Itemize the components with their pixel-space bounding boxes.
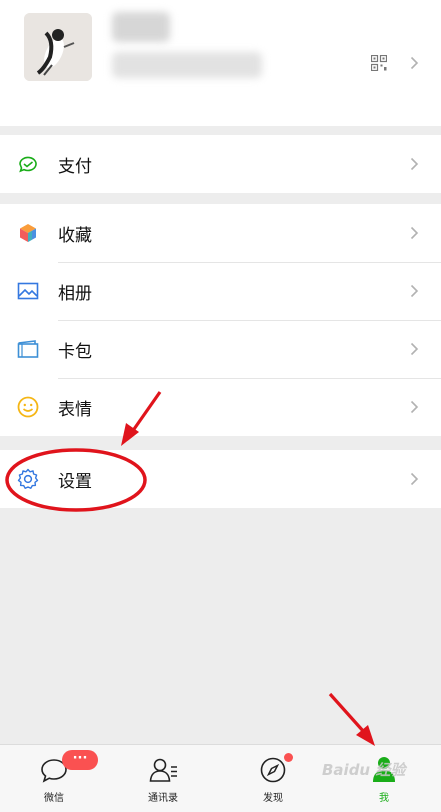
tab-label-discover: 发现 [263,793,283,804]
discover-dot-badge [284,753,293,762]
chevron-right-icon [410,472,419,486]
bottom-tab-bar: ··· 微信 通讯录 发现 我 Baidu 经验 [0,744,441,812]
smiley-icon [17,396,39,418]
menu-label-cards: 卡包 [58,342,92,362]
card-wallet-icon [17,340,39,358]
tab-chats[interactable]: ··· 微信 [14,745,98,812]
wallet-icon [19,156,37,173]
menu-label-favorites: 收藏 [58,226,92,246]
chevron-right-icon [410,226,419,240]
menu-label-settings: 设置 [58,472,92,492]
favorites-cube-icon [20,224,36,242]
menu-label-pay: 支付 [58,157,92,177]
tab-contacts[interactable]: 通讯录 [123,745,203,812]
settings-group: 设置 [0,450,441,508]
menu-item-cards[interactable]: 卡包 [0,320,441,378]
tab-discover[interactable]: 发现 [233,745,313,812]
unread-badge-dots: ··· [72,751,88,766]
services-group: 收藏 相册 卡包 表情 [0,204,441,436]
unread-badge: ··· [62,750,98,770]
cat-avatar-image [24,13,92,81]
album-icon [17,282,39,300]
pay-group: 支付 [0,135,441,193]
profile-id-blurred [112,52,262,78]
compass-icon [260,757,286,783]
contacts-icon [149,758,177,782]
tab-label-chats: 微信 [44,793,64,804]
chevron-right-icon [410,400,419,414]
avatar[interactable] [24,13,92,81]
chevron-right-icon [410,284,419,298]
gear-icon [17,468,39,489]
menu-item-stickers[interactable]: 表情 [0,378,441,436]
profile-name-blurred [112,12,170,42]
menu-item-album[interactable]: 相册 [0,262,441,320]
annotation-arrow-me-tab [328,692,375,746]
profile-header[interactable] [0,0,441,126]
menu-item-pay[interactable]: 支付 [0,135,441,193]
qr-code-icon[interactable] [371,55,387,71]
menu-item-favorites[interactable]: 收藏 [0,204,441,262]
tab-label-contacts: 通讯录 [148,793,178,804]
tab-label-me: 我 [379,793,389,804]
chevron-right-icon [410,157,419,171]
baidu-watermark: Baidu 经验 [322,761,406,779]
chevron-right-icon [410,56,419,70]
menu-label-stickers: 表情 [58,400,92,420]
chevron-right-icon [410,342,419,356]
menu-item-settings[interactable]: 设置 [0,450,441,508]
menu-label-album: 相册 [58,284,92,304]
